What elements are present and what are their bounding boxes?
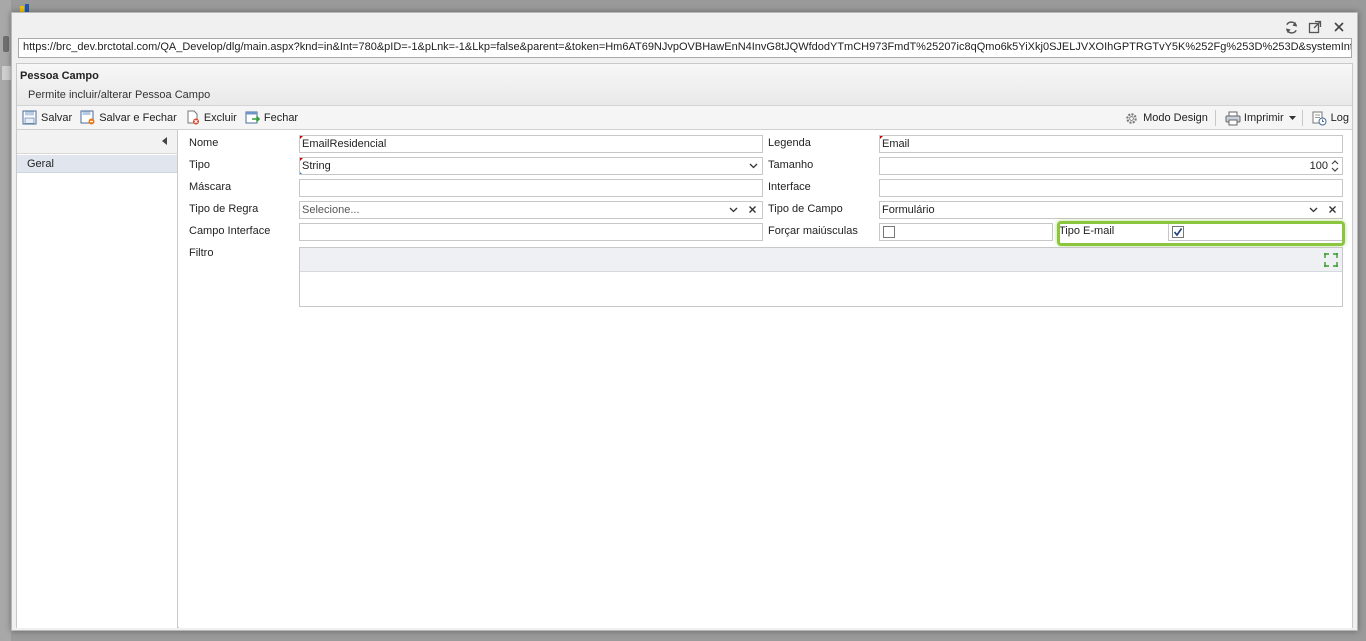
tipo-value: String [302,160,331,172]
campo-interface-input[interactable] [299,223,763,241]
filtro-label: Filtro [189,247,214,259]
window-controls [1283,18,1347,36]
refresh-icon[interactable] [1283,19,1299,35]
form-area: Nome EmailResidencial Legenda Email Tipo… [179,130,1352,628]
dialog-window: https://brc_dev.brctotal.com/QA_Develop/… [11,12,1358,631]
toolbar-separator [1214,110,1216,126]
tipo-campo-value: Formulário [882,204,935,216]
log-icon [1312,111,1327,126]
printer-icon [1225,111,1241,126]
popout-icon[interactable] [1307,19,1323,35]
mascara-label: Máscara [189,181,232,193]
page-header: Pessoa Campo Permite incluir/alterar Pes… [17,64,1352,106]
tipo-select[interactable]: String [299,157,763,175]
tipo-campo-label: Tipo de Campo [768,203,843,215]
left-navigation: Geral [17,130,178,628]
save-icon [22,110,37,125]
collapse-arrow-icon[interactable] [162,137,167,145]
tipo-campo-select[interactable]: Formulário [879,201,1343,219]
close-icon[interactable] [1331,19,1347,35]
save-close-button[interactable]: Salvar e Fechar [77,108,180,128]
nome-input[interactable]: EmailResidencial [299,135,763,153]
interface-input[interactable] [879,179,1343,197]
print-button[interactable]: Imprimir [1222,108,1287,128]
background-field [2,66,11,80]
print-label: Imprimir [1243,112,1284,124]
page-subtitle: Permite incluir/alterar Pessoa Campo [28,89,211,101]
toolbar: Salvar Salvar e Fechar Excluir Fechar Mo… [17,106,1352,130]
log-button[interactable]: Log [1309,108,1352,128]
highlight-box [1057,221,1345,246]
save-close-label: Salvar e Fechar [99,111,177,124]
forcar-maiusculas-label: Forçar maiúsculas [768,225,858,237]
chevron-down-icon [1288,115,1296,120]
print-dropdown-button[interactable] [1287,108,1298,128]
tipo-regra-select[interactable]: Selecione... [299,201,763,219]
spinner-icon[interactable] [1331,159,1339,173]
filtro-editor[interactable] [299,247,1343,307]
filtro-toolbar [300,248,1342,272]
interface-label: Interface [768,181,811,193]
tipo-regra-placeholder: Selecione... [302,204,360,216]
background-left-edge [0,0,11,641]
delete-icon [185,110,200,125]
mascara-input[interactable] [299,179,763,197]
design-mode-label: Modo Design [1143,112,1208,124]
legenda-input[interactable]: Email [879,135,1343,153]
chevron-down-icon [749,163,758,169]
nav-collapse-bar [17,130,177,154]
forcar-maiusculas-field [879,223,1053,241]
design-mode-button[interactable]: Modo Design [1121,108,1211,128]
expand-icon[interactable] [1322,251,1340,269]
delete-label: Excluir [203,111,237,124]
close-label: Fechar [263,111,299,124]
chevron-down-icon [729,207,738,213]
background-logo-icon [20,4,30,12]
legenda-label: Legenda [768,137,811,149]
background-scroll-arrow [3,36,9,52]
close-button[interactable]: Fechar [242,108,301,128]
exit-icon [245,110,260,125]
tipo-label: Tipo [189,159,210,171]
tamanho-input[interactable]: 100 [879,157,1343,175]
gear-icon [1124,111,1139,126]
log-label: Log [1330,112,1349,124]
campo-interface-label: Campo Interface [189,225,271,237]
nav-item-geral[interactable]: Geral [17,155,177,173]
save-button[interactable]: Salvar [19,108,75,128]
tamanho-label: Tamanho [768,159,814,171]
delete-button[interactable]: Excluir [182,108,240,128]
clear-icon[interactable] [1328,205,1337,214]
clear-icon[interactable] [748,205,757,214]
page-title: Pessoa Campo [20,70,99,82]
content-frame: Pessoa Campo Permite incluir/alterar Pes… [16,63,1353,628]
chevron-down-icon [1309,207,1318,213]
save-label: Salvar [41,111,73,124]
forcar-maiusculas-checkbox[interactable] [883,226,895,238]
tipo-regra-label: Tipo de Regra [189,203,259,215]
nome-label: Nome [189,137,219,149]
url-bar[interactable]: https://brc_dev.brctotal.com/QA_Develop/… [18,38,1352,58]
toolbar-right: Modo Design Imprimir Log [1119,106,1352,130]
toolbar-separator [1301,110,1303,126]
save-close-icon [80,110,95,125]
tamanho-value: 100 [1309,160,1328,172]
